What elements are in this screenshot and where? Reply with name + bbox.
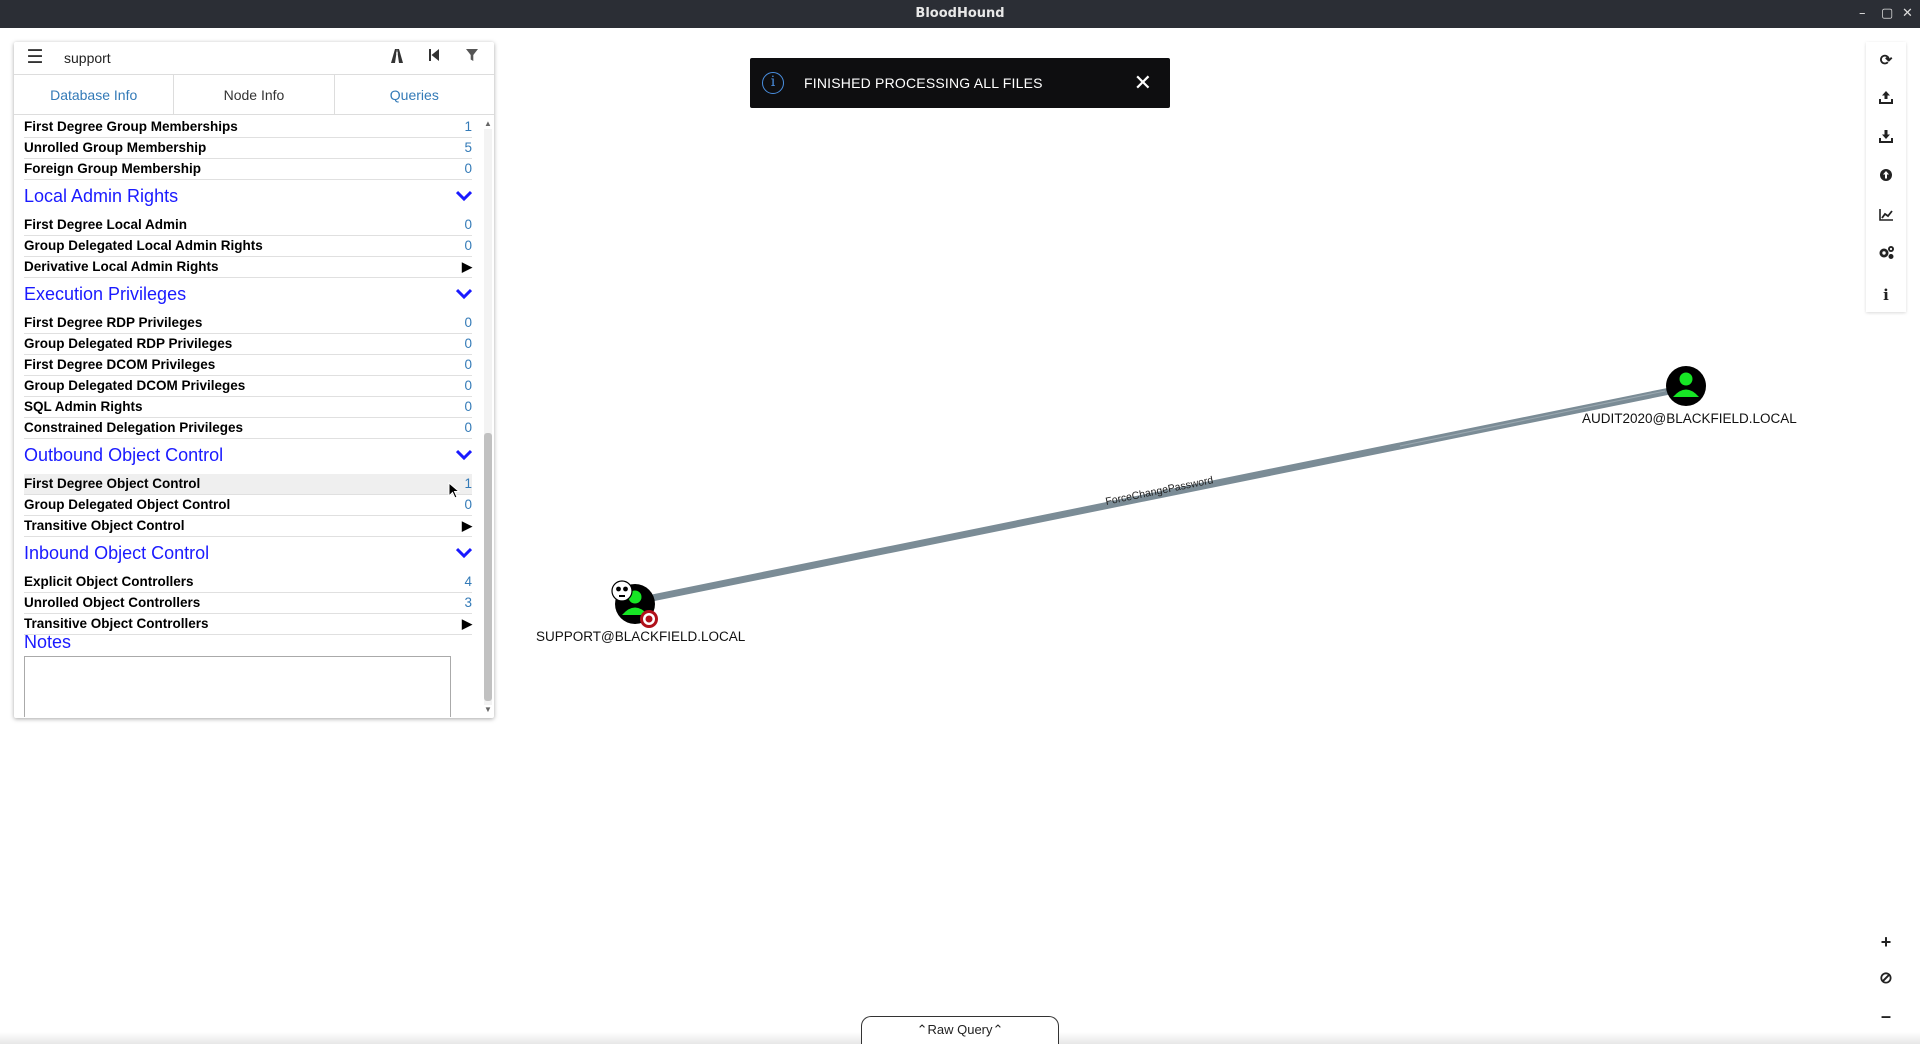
play-arrow-icon[interactable]: ▶	[462, 614, 472, 634]
section-local-admin-rights[interactable]: Local Admin Rights	[24, 183, 473, 209]
row-transitive-object-control[interactable]: Transitive Object Control ▶	[24, 516, 472, 537]
zoom-controls: + ⊘ –	[1866, 924, 1906, 1034]
mouse-cursor-icon	[448, 482, 460, 499]
scroll-up-icon[interactable]: ▲	[484, 119, 492, 128]
notes-title: Notes	[24, 632, 72, 652]
gears-icon[interactable]	[1866, 237, 1906, 275]
maximize-button[interactable]: ▢	[1881, 0, 1893, 28]
chevron-down-icon[interactable]	[455, 281, 473, 307]
filter-icon[interactable]	[462, 48, 482, 68]
zoom-out-icon[interactable]: –	[1866, 998, 1906, 1034]
zoom-in-icon[interactable]: +	[1866, 924, 1906, 960]
left-panel: ☰ Database Info Node Info Queries First …	[14, 42, 494, 718]
play-arrow-icon[interactable]: ▶	[462, 516, 472, 536]
target-icon	[640, 610, 658, 628]
row-group-delegated-object-control[interactable]: Group Delegated Object Control 0	[24, 495, 472, 516]
window-title: BloodHound	[915, 6, 1005, 21]
row-group-delegated-rdp-privileges[interactable]: Group Delegated RDP Privileges 0	[24, 334, 472, 355]
download-icon[interactable]	[1866, 120, 1906, 158]
chevron-down-icon[interactable]	[455, 442, 473, 468]
upload-icon[interactable]	[1866, 81, 1906, 119]
scrollbar-thumb[interactable]	[484, 433, 492, 701]
node-support[interactable]	[611, 580, 658, 628]
chevron-up-icon: ⌃	[992, 1022, 1004, 1037]
right-toolbar: ⟳ i	[1866, 42, 1906, 312]
row-transitive-object-controllers[interactable]: Transitive Object Controllers ▶	[24, 614, 472, 635]
chevron-down-icon[interactable]	[455, 540, 473, 566]
info-icon[interactable]: i	[1866, 276, 1906, 314]
chevron-down-icon[interactable]	[455, 183, 473, 209]
node-audit2020[interactable]	[1666, 366, 1706, 406]
row-sql-admin-rights[interactable]: SQL Admin Rights 0	[24, 397, 472, 418]
row-constrained-delegation-privileges[interactable]: Constrained Delegation Privileges 0	[24, 418, 472, 439]
panel-tabs: Database Info Node Info Queries	[14, 75, 494, 115]
row-first-degree-rdp-privileges[interactable]: First Degree RDP Privileges 0	[24, 313, 472, 334]
tab-database-info[interactable]: Database Info	[14, 75, 175, 114]
info-icon: i	[762, 72, 784, 94]
skull-icon	[611, 580, 633, 602]
upload-circle-icon[interactable]	[1866, 159, 1906, 197]
scroll-down-icon[interactable]: ▼	[484, 705, 492, 714]
notes-textarea[interactable]	[24, 656, 451, 717]
play-arrow-icon[interactable]: ▶	[462, 257, 472, 277]
row-first-degree-dcom-privileges[interactable]: First Degree DCOM Privileges 0	[24, 355, 472, 376]
toast-message: FINISHED PROCESSING ALL FILES	[804, 75, 1043, 91]
zoom-reset-icon[interactable]: ⊘	[1866, 961, 1906, 997]
row-first-degree-group-memberships[interactable]: First Degree Group Memberships 1	[24, 117, 472, 138]
raw-query-toggle[interactable]: ⌃Raw Query⌃	[861, 1016, 1059, 1044]
row-explicit-object-controllers[interactable]: Explicit Object Controllers 4	[24, 572, 472, 593]
row-group-delegated-local-admin-rights[interactable]: Group Delegated Local Admin Rights 0	[24, 236, 472, 257]
node-info-content[interactable]: First Degree Group Memberships 1 Unrolled…	[14, 117, 479, 717]
toast-close-icon[interactable]: ✕	[1134, 58, 1152, 108]
row-first-degree-object-control[interactable]: First Degree Object Control 1	[24, 474, 472, 495]
row-unrolled-object-controllers[interactable]: Unrolled Object Controllers 3	[24, 593, 472, 614]
search-input[interactable]	[62, 46, 382, 70]
user-icon	[1679, 372, 1693, 386]
section-outbound-object-control[interactable]: Outbound Object Control	[24, 442, 473, 468]
back-icon[interactable]	[424, 48, 444, 68]
hamburger-menu-icon[interactable]: ☰	[26, 48, 44, 68]
minimize-button[interactable]: –	[1859, 0, 1866, 28]
row-foreign-group-membership[interactable]: Foreign Group Membership 0	[24, 159, 472, 180]
node-label-audit2020: AUDIT2020@BLACKFIELD.LOCAL	[1582, 411, 1797, 426]
window-titlebar: BloodHound – ▢ ✕	[0, 0, 1920, 28]
search-bar: ☰	[14, 42, 494, 75]
close-window-button[interactable]: ✕	[1902, 0, 1913, 28]
notification-toast: i FINISHED PROCESSING ALL FILES ✕	[750, 58, 1170, 108]
pathfinding-icon[interactable]	[387, 48, 407, 68]
section-execution-privileges[interactable]: Execution Privileges	[24, 281, 473, 307]
refresh-icon[interactable]: ⟳	[1866, 42, 1906, 80]
tab-queries[interactable]: Queries	[335, 75, 494, 114]
raw-query-label: Raw Query	[927, 1022, 993, 1037]
section-inbound-object-control[interactable]: Inbound Object Control	[24, 540, 473, 566]
tab-node-info[interactable]: Node Info	[174, 75, 335, 114]
panel-scrollbar[interactable]: ▲ ▼	[481, 117, 493, 717]
row-group-delegated-dcom-privileges[interactable]: Group Delegated DCOM Privileges 0	[24, 376, 472, 397]
row-derivative-local-admin-rights[interactable]: Derivative Local Admin Rights ▶	[24, 257, 472, 278]
node-label-support: SUPPORT@BLACKFIELD.LOCAL	[536, 629, 746, 644]
row-unrolled-group-membership[interactable]: Unrolled Group Membership 5	[24, 138, 472, 159]
chevron-up-icon: ⌃	[916, 1022, 928, 1037]
row-first-degree-local-admin[interactable]: First Degree Local Admin 0	[24, 215, 472, 236]
chart-icon[interactable]	[1866, 198, 1906, 236]
edge-label[interactable]: ForceChangePassword	[1104, 474, 1214, 508]
